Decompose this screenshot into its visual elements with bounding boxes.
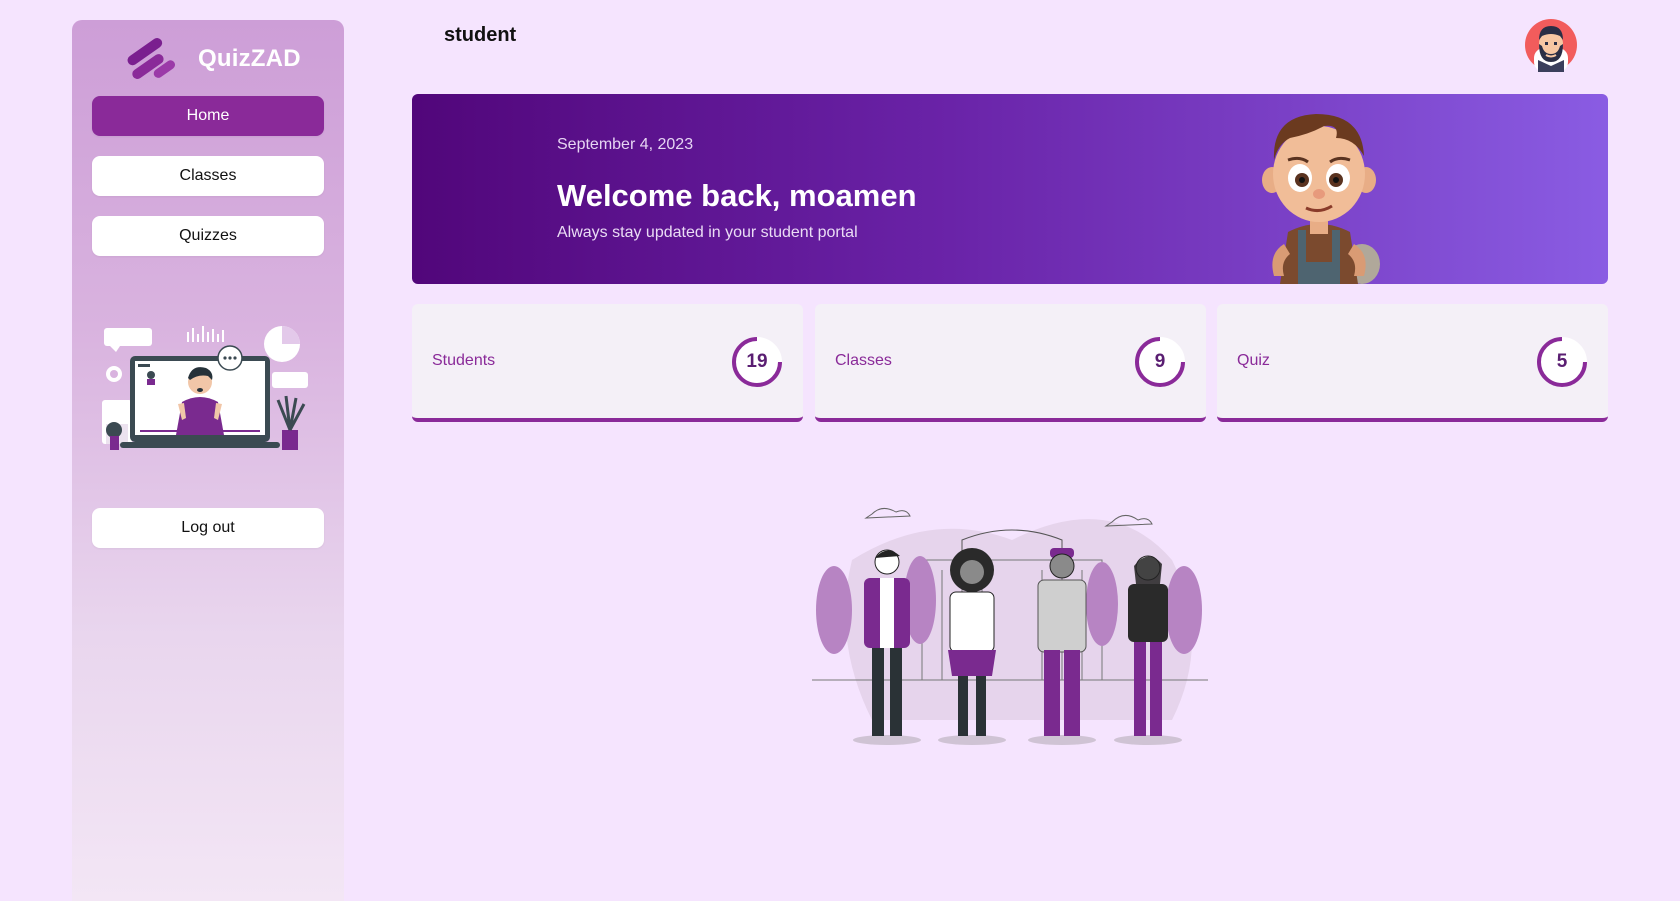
students-campus-illustration [812,508,1208,745]
stat-label: Students [432,352,496,369]
stat-value: 9 [1154,351,1166,372]
sidebar: QuizZAD Home Classes Quizzes Log out [72,20,344,901]
stat-ring: 5 [1536,336,1588,388]
bearded-man-avatar-icon[interactable] [1524,18,1578,72]
banner-date: September 4, 2023 [557,136,694,153]
stat-label: Quiz [1237,352,1270,369]
cartoon-boy-illustration [1262,114,1380,284]
stat-card-classes[interactable]: Classes 9 [815,304,1206,422]
banner-welcome: Welcome back, moamen [557,178,917,213]
quizzad-logo-icon [127,38,176,79]
stat-ring: 9 [1134,336,1186,388]
online-teacher-illustration [102,326,308,450]
stat-label: Classes [835,352,892,369]
app-name: QuizZAD [198,45,301,72]
stat-value: 19 [746,351,768,372]
logout-button[interactable]: Log out [92,508,324,548]
stat-ring: 19 [731,336,783,388]
sidebar-item-classes[interactable]: Classes [92,156,324,196]
welcome-banner: September 4, 2023 Welcome back, moamen A… [412,94,1608,284]
banner-subtitle: Always stay updated in your student port… [557,224,858,241]
stat-card-students[interactable]: Students 19 [412,304,803,422]
app-logo[interactable]: QuizZAD [122,34,301,84]
sidebar-item-home[interactable]: Home [92,96,324,136]
page-title: student [444,24,517,46]
stat-card-quiz[interactable]: Quiz 5 [1217,304,1608,422]
stat-value: 5 [1556,351,1568,372]
sidebar-item-quizzes[interactable]: Quizzes [92,216,324,256]
